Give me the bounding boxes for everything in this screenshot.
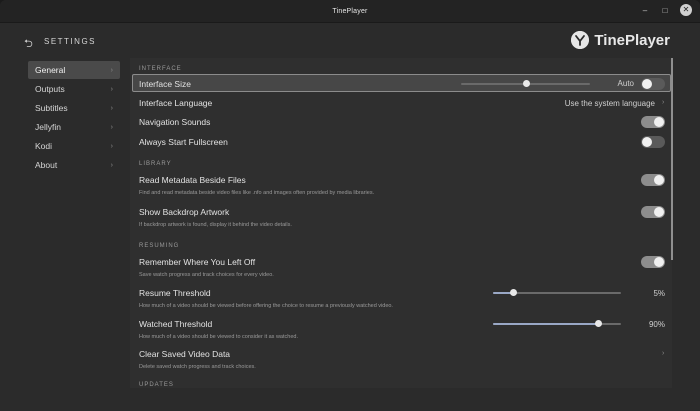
interface-size-label: Interface Size (139, 79, 191, 89)
slider-thumb[interactable] (522, 80, 530, 87)
section-heading-updates: UPDATES (139, 382, 174, 388)
sidebar-item-kodi[interactable]: Kodi › (28, 137, 120, 155)
read-metadata-label: Read Metadata Beside Files (139, 175, 246, 185)
sidebar-item-label: General (35, 65, 66, 75)
chevron-right-icon: › (110, 104, 113, 112)
section-heading-library: LIBRARY (139, 161, 172, 167)
sidebar-item-outputs[interactable]: Outputs › (28, 80, 120, 98)
settings-sidebar: General › Outputs › Subtitles › Jellyfin… (28, 61, 120, 175)
tineplayer-logo-icon (571, 31, 590, 49)
remember-position-label: Remember Where You Left Off (139, 257, 256, 267)
interface-size-value: Auto (617, 79, 634, 88)
chevron-right-icon: › (110, 123, 113, 131)
sidebar-item-subtitles[interactable]: Subtitles › (28, 99, 120, 117)
back-arrow-icon[interactable]: ⮌ (24, 35, 33, 54)
watched-threshold-label: Watched Threshold (139, 319, 213, 329)
window-controls: – □ ✕ (640, 4, 692, 16)
chevron-right-icon: › (662, 99, 665, 106)
sidebar-item-label: About (35, 160, 58, 170)
interface-size-slider[interactable] (461, 80, 590, 87)
interface-language-value[interactable]: Use the system language (565, 99, 655, 108)
slider-thumb[interactable] (594, 320, 602, 327)
toggle-knob (642, 137, 652, 147)
watched-threshold-value: 90% (648, 320, 665, 329)
watched-threshold-desc: How much of a video should be viewed to … (139, 334, 298, 340)
window-title: TinePlayer (332, 7, 368, 15)
scrollbar[interactable] (671, 58, 673, 260)
sidebar-item-general[interactable]: General › (28, 61, 120, 79)
slider-fill (493, 323, 598, 325)
always-fullscreen-toggle[interactable] (641, 136, 665, 148)
read-metadata-toggle[interactable] (641, 174, 665, 186)
brand-name: TinePlayer (594, 31, 670, 49)
sidebar-item-about[interactable]: About › (28, 156, 120, 174)
minimize-icon[interactable]: – (640, 4, 650, 16)
watched-threshold-slider[interactable] (493, 320, 621, 327)
navigation-sounds-label: Navigation Sounds (139, 117, 211, 127)
app-window: TinePlayer – □ ✕ ⮌ SETTINGS TinePlayer G… (0, 0, 700, 411)
settings-panel: INTERFACE Interface Size Auto Interface … (130, 58, 672, 388)
sidebar-item-label: Jellyfin (35, 122, 61, 132)
interface-language-label: Interface Language (139, 98, 213, 108)
clear-data-desc: Delete saved watch progress and track ch… (139, 364, 256, 370)
sidebar-item-label: Outputs (35, 84, 65, 94)
interface-size-toggle[interactable] (641, 78, 665, 90)
chevron-right-icon: › (110, 85, 113, 93)
resume-threshold-value: 5% (653, 289, 665, 298)
title-bar: TinePlayer – □ ✕ (0, 0, 700, 23)
settings-header: ⮌ SETTINGS TinePlayer (0, 22, 700, 62)
clear-data-label[interactable]: Clear Saved Video Data (139, 349, 230, 359)
close-icon[interactable]: ✕ (680, 4, 692, 16)
page-title: SETTINGS (44, 37, 97, 46)
chevron-right-icon: › (110, 161, 113, 169)
resume-threshold-slider[interactable] (493, 289, 621, 296)
maximize-icon[interactable]: □ (660, 4, 670, 16)
brand: TinePlayer (571, 31, 670, 49)
toggle-knob (654, 175, 664, 185)
toggle-knob (654, 117, 664, 127)
sidebar-item-jellyfin[interactable]: Jellyfin › (28, 118, 120, 136)
backdrop-artwork-toggle[interactable] (641, 206, 665, 218)
toggle-knob (654, 257, 664, 267)
navigation-sounds-toggle[interactable] (641, 116, 665, 128)
slider-thumb[interactable] (510, 289, 518, 296)
chevron-right-icon: › (110, 66, 113, 74)
resume-threshold-desc: How much of a video should be viewed bef… (139, 303, 393, 309)
toggle-knob (642, 79, 652, 89)
section-heading-resuming: RESUMING (139, 243, 180, 249)
sidebar-item-label: Subtitles (35, 103, 68, 113)
always-fullscreen-label: Always Start Fullscreen (139, 137, 228, 147)
chevron-right-icon: › (110, 142, 113, 150)
resume-threshold-label: Resume Threshold (139, 288, 211, 298)
toggle-knob (654, 207, 664, 217)
interface-size-row[interactable] (132, 74, 671, 92)
backdrop-artwork-label: Show Backdrop Artwork (139, 207, 230, 217)
chevron-right-icon: › (662, 350, 665, 357)
remember-position-desc: Save watch progress and track choices fo… (139, 272, 274, 278)
sidebar-item-label: Kodi (35, 141, 53, 151)
read-metadata-desc: Find and read metadata beside video file… (139, 190, 375, 196)
section-heading-interface: INTERFACE (139, 66, 182, 72)
backdrop-artwork-desc: If backdrop artwork is found, display it… (139, 222, 292, 228)
remember-position-toggle[interactable] (641, 256, 665, 268)
